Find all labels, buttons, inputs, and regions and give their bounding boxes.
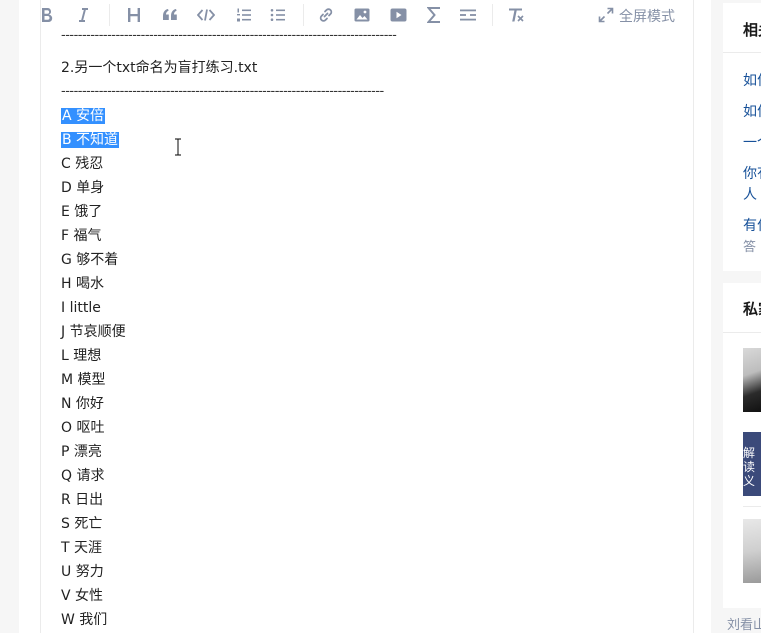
editor-panel: 全屏模式 -----------------------------------… xyxy=(19,0,711,633)
image-icon[interactable] xyxy=(353,5,371,25)
bold-icon[interactable] xyxy=(39,5,55,25)
list-item: I little xyxy=(61,296,681,320)
list-item: U 努力 xyxy=(61,560,681,584)
list-item: A 安倍 xyxy=(61,104,681,128)
editor-body[interactable]: 全屏模式 -----------------------------------… xyxy=(40,0,694,633)
list-item: G 够不着 xyxy=(61,248,681,272)
list-item: S 死亡 xyxy=(61,512,681,536)
toolbar-divider xyxy=(303,4,304,26)
list-item-text: L 理想 xyxy=(61,348,102,364)
list-item: W 我们 xyxy=(61,608,681,632)
list-item: F 福气 xyxy=(61,224,681,248)
list-item-text: D 单身 xyxy=(61,180,105,196)
file-heading: 2.另一个txt命名为盲打练习.txt xyxy=(61,60,258,76)
practice-list: A 安倍 B 不知道 C 残忍 D 单身 E 饿了 F 福气 G 够不着 H 喝水 I litt… xyxy=(61,104,681,632)
list-item-text: T 天涯 xyxy=(61,540,103,556)
card-divider xyxy=(723,52,761,53)
list-item-text: I little xyxy=(61,300,101,316)
list-item: H 喝水 xyxy=(61,272,681,296)
list-item: T 天涯 xyxy=(61,536,681,560)
list-item-text: A 安倍 xyxy=(61,108,106,124)
list-item: L 理想 xyxy=(61,344,681,368)
list-item-text: R 日出 xyxy=(61,492,104,508)
list-item-text: C 残忍 xyxy=(61,156,104,172)
list-item: R 日出 xyxy=(61,488,681,512)
footer-text[interactable]: 刘看山 xyxy=(727,614,761,633)
related-link[interactable]: 你有 xyxy=(743,163,761,183)
list-item: N 你好 xyxy=(61,392,681,416)
related-questions-card: 相关 如何 如何 一个 你有 人 有什 答 xyxy=(723,3,761,271)
related-link[interactable]: 有什 xyxy=(743,215,761,235)
list-item-text: F 福气 xyxy=(61,228,102,244)
ordered-list-icon[interactable] xyxy=(235,5,253,25)
quote-icon[interactable] xyxy=(161,5,179,25)
list-item: Q 请求 xyxy=(61,464,681,488)
list-item-text: V 女性 xyxy=(61,588,104,604)
toolbar-divider xyxy=(492,4,493,26)
list-item-text: P 漂亮 xyxy=(61,444,102,460)
list-item: P 漂亮 xyxy=(61,440,681,464)
list-item: E 饿了 xyxy=(61,200,681,224)
list-item-text: N 你好 xyxy=(61,396,104,412)
private-title: 私家 xyxy=(743,300,761,318)
document-content[interactable]: ----------------------------------------… xyxy=(61,26,681,632)
list-item: J 节哀顺便 xyxy=(61,320,681,344)
list-item: B 不知道 xyxy=(61,128,681,152)
fullscreen-button-label[interactable]: 全屏模式 xyxy=(619,6,675,26)
list-item: C 残忍 xyxy=(61,152,681,176)
list-item-text: Q 请求 xyxy=(61,468,105,484)
list-item-text: O 呕吐 xyxy=(61,420,105,436)
list-item-text: H 喝水 xyxy=(61,276,104,292)
video-icon[interactable] xyxy=(389,5,407,25)
list-item-text: S 死亡 xyxy=(61,516,103,532)
toolbar-divider xyxy=(109,4,110,26)
related-link[interactable]: 如何 xyxy=(743,101,761,121)
course-thumbnail[interactable]: 解读 义 xyxy=(743,432,761,496)
italic-icon[interactable] xyxy=(75,5,91,25)
text-cursor-icon xyxy=(175,138,181,156)
link-icon[interactable] xyxy=(317,5,335,25)
list-item-text: B 不知道 xyxy=(61,132,120,148)
clear-format-icon[interactable] xyxy=(507,5,525,25)
page-gutter xyxy=(0,0,19,633)
code-icon[interactable] xyxy=(197,5,215,25)
list-item: D 单身 xyxy=(61,176,681,200)
thumbnail-text: 解读 xyxy=(743,446,756,474)
answer-count: 答 xyxy=(743,240,757,255)
list-item: V 女性 xyxy=(61,584,681,608)
list-item-text: J 节哀顺便 xyxy=(61,324,126,340)
related-title: 相关 xyxy=(743,21,761,39)
list-item-text: U 努力 xyxy=(61,564,104,580)
divider-icon[interactable] xyxy=(459,5,477,25)
thumbnail-text: 义 xyxy=(743,474,756,488)
private-course-card: 私家 解读 义 xyxy=(723,283,761,608)
list-item-text: W 我们 xyxy=(61,612,108,628)
list-item: M 模型 xyxy=(61,368,681,392)
related-link[interactable]: 人 xyxy=(743,184,757,204)
course-thumbnail[interactable] xyxy=(743,348,761,412)
list-item-text: M 模型 xyxy=(61,372,106,388)
fullscreen-icon[interactable] xyxy=(597,5,615,25)
list-item-text: E 饿了 xyxy=(61,204,103,220)
course-thumbnail[interactable] xyxy=(743,519,761,583)
unordered-list-icon[interactable] xyxy=(269,5,287,25)
list-item-text: G 够不着 xyxy=(61,252,119,268)
list-item: O 呕吐 xyxy=(61,416,681,440)
related-link[interactable]: 如何 xyxy=(743,70,761,90)
separator-line: ----------------------------------------… xyxy=(61,28,397,43)
heading-icon[interactable] xyxy=(126,5,142,25)
separator-line: ----------------------------------------… xyxy=(61,84,384,99)
card-divider xyxy=(723,332,761,333)
related-link[interactable]: 一个 xyxy=(743,132,761,152)
card-divider xyxy=(743,506,761,507)
formula-icon[interactable] xyxy=(425,5,443,25)
